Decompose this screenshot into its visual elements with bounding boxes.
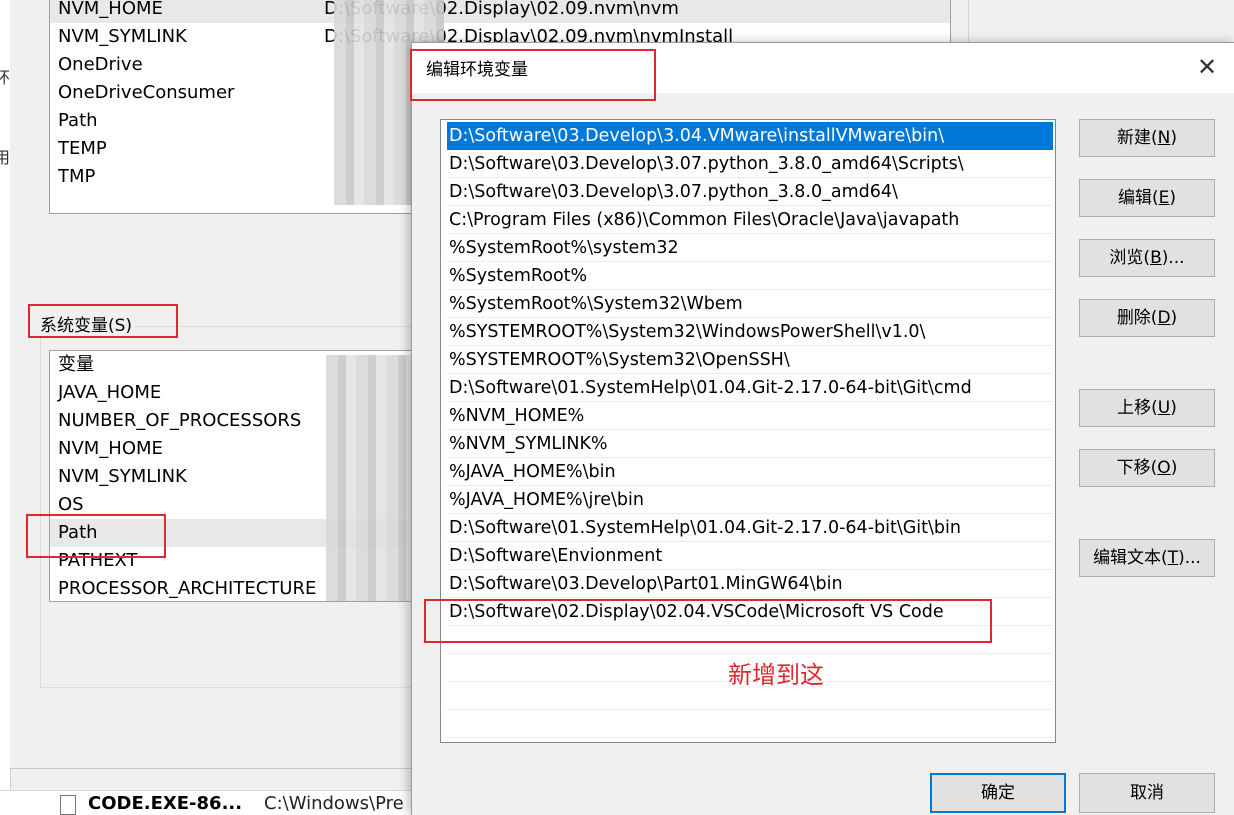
path-entries-list[interactable]: D:\Software\03.Develop\3.04.VMware\insta… xyxy=(440,119,1056,743)
edit-button[interactable]: 编辑(E) xyxy=(1079,179,1215,217)
list-item[interactable]: NVM_HOME D:\Software\02.Display\02.09.nv… xyxy=(50,0,950,23)
file-icon xyxy=(60,795,76,815)
path-entry[interactable]: %NVM_SYMLINK% xyxy=(447,430,1053,458)
var-name: NVM_HOME xyxy=(58,438,163,459)
path-entry[interactable]: D:\Software\03.Develop\3.04.VMware\insta… xyxy=(447,122,1053,150)
var-name: OneDriveConsumer xyxy=(58,82,235,103)
var-name: TMP xyxy=(58,166,96,187)
path-entry[interactable]: D:\Software\03.Develop\Part01.MinGW64\bi… xyxy=(447,570,1053,598)
button-label-end: ) xyxy=(1170,128,1177,148)
button-label-end: ) xyxy=(1170,398,1177,418)
var-name: TEMP xyxy=(58,138,107,159)
button-label-end: )... xyxy=(1161,248,1185,268)
highlight-box xyxy=(26,514,166,558)
file-name: CODE.EXE-86... xyxy=(88,793,243,814)
close-icon[interactable]: ✕ xyxy=(1193,53,1221,81)
column-header-variable: 变量 xyxy=(58,354,94,375)
button-label: 删除( xyxy=(1116,308,1158,328)
var-name: JAVA_HOME xyxy=(58,382,162,403)
path-entry[interactable]: D:\Software\01.SystemHelp\01.04.Git-2.17… xyxy=(447,514,1053,542)
var-name: NVM_SYMLINK xyxy=(58,466,187,487)
path-entry[interactable]: D:\Software\Envionment xyxy=(447,542,1053,570)
annotation-note: 新增到这 xyxy=(728,661,824,689)
button-label-end: ) xyxy=(1170,308,1178,328)
browse-button[interactable]: 浏览(B)... xyxy=(1079,239,1215,277)
button-label: 编辑文本( xyxy=(1093,548,1168,568)
access-key: T xyxy=(1167,548,1179,568)
ok-button[interactable]: 确定 xyxy=(930,773,1066,813)
path-entry[interactable]: D:\Software\03.Develop\3.07.python_3.8.0… xyxy=(447,178,1053,206)
path-entry[interactable]: %SystemRoot%\System32\Wbem xyxy=(447,290,1053,318)
background-window-frame xyxy=(968,0,989,42)
system-variables-list[interactable]: 变量 JAVA_HOME NUMBER_OF_PROCESSORS NVM_HO… xyxy=(49,350,421,602)
highlight-box xyxy=(28,304,178,338)
access-key: U xyxy=(1157,398,1171,418)
var-name: NVM_HOME xyxy=(58,0,163,19)
var-name: NUMBER_OF_PROCESSORS xyxy=(58,410,302,431)
var-name: Path xyxy=(58,110,98,131)
background-char: 环 xyxy=(0,68,11,87)
access-key: O xyxy=(1157,458,1171,478)
access-key: D xyxy=(1157,308,1171,328)
var-name: OneDrive xyxy=(58,54,143,75)
button-label-end: )... xyxy=(1178,548,1201,568)
path-entry[interactable]: %SYSTEMROOT%\System32\OpenSSH\ xyxy=(447,346,1053,374)
edit-text-button[interactable]: 编辑文本(T)... xyxy=(1079,539,1215,577)
move-down-button[interactable]: 下移(O) xyxy=(1079,449,1215,487)
button-label-end: ) xyxy=(1169,188,1177,208)
cancel-button[interactable]: 取消 xyxy=(1079,773,1215,813)
button-label-end: ) xyxy=(1170,458,1178,478)
path-entry[interactable]: %SystemRoot% xyxy=(447,262,1053,290)
button-label: 上移( xyxy=(1117,398,1158,418)
redacted-value-mosaic xyxy=(326,355,416,601)
new-button[interactable]: 新建(N) xyxy=(1079,119,1215,157)
path-entry[interactable]: %SystemRoot%\system32 xyxy=(447,234,1053,262)
path-entry[interactable]: %SYSTEMROOT%\System32\WindowsPowerShell\… xyxy=(447,318,1053,346)
highlight-box xyxy=(410,49,656,101)
button-label: 下移( xyxy=(1116,458,1158,478)
background-char: 用 xyxy=(0,148,11,167)
path-entry[interactable]: %JAVA_HOME%\bin xyxy=(447,458,1053,486)
path-entry[interactable]: C:\Program Files (x86)\Common Files\Orac… xyxy=(447,206,1053,234)
access-key: N xyxy=(1157,128,1171,148)
delete-button[interactable]: 删除(D) xyxy=(1079,299,1215,337)
edit-environment-variable-dialog: 编辑环境变量 ✕ D:\Software\03.Develop\3.04.VMw… xyxy=(410,42,1234,815)
path-entry[interactable]: %NVM_HOME% xyxy=(447,402,1053,430)
move-up-button[interactable]: 上移(U) xyxy=(1079,389,1215,427)
button-label: 新建( xyxy=(1117,128,1158,148)
highlight-box xyxy=(424,599,992,643)
button-label: 编辑( xyxy=(1117,188,1159,208)
access-key: B xyxy=(1150,248,1162,268)
path-entry[interactable]: D:\Software\01.SystemHelp\01.04.Git-2.17… xyxy=(447,374,1053,402)
path-entry[interactable]: %JAVA_HOME%\jre\bin xyxy=(447,486,1053,514)
path-entry[interactable]: D:\Software\03.Develop\3.07.python_3.8.0… xyxy=(447,150,1053,178)
button-label: 浏览( xyxy=(1109,248,1151,268)
file-path: C:\Windows\Pre xyxy=(264,793,404,814)
access-key: E xyxy=(1158,188,1170,208)
empty-path-slot[interactable] xyxy=(447,710,1053,738)
var-name: PROCESSOR_ARCHITECTURE xyxy=(58,578,317,599)
var-name: NVM_SYMLINK xyxy=(58,26,187,47)
